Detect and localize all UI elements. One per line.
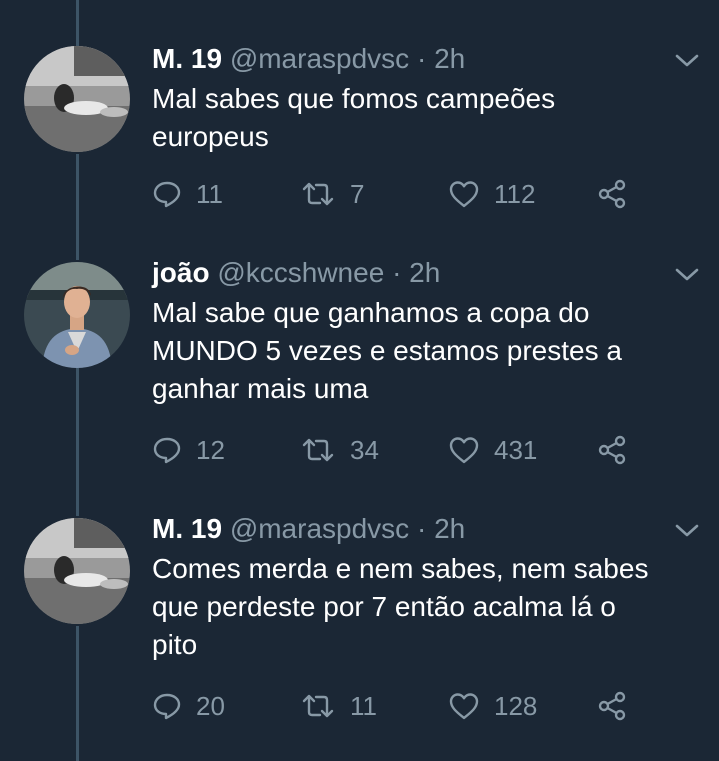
like-button[interactable]: 128 (448, 686, 537, 726)
display-name[interactable]: M. 19 (152, 43, 222, 74)
tweet-text-line: MUNDO 5 vezes e estamos prestes a (152, 335, 622, 366)
chevron-down-icon[interactable] (674, 266, 700, 284)
tweet[interactable]: M. 19 @maraspdvsc · 2h Comes merda e nem… (0, 512, 719, 732)
separator: · (392, 257, 402, 288)
display-name[interactable]: joão (152, 257, 210, 288)
tweet-actions: 11 7 112 (152, 174, 652, 214)
like-button[interactable]: 112 (448, 174, 535, 214)
share-button[interactable] (596, 174, 628, 214)
tweet-text: Mal sabe que ganhamos a copa do MUNDO 5 … (152, 294, 692, 408)
tweet[interactable]: joão @kccshwnee · 2h Mal sabe que ganham… (0, 256, 719, 476)
timestamp[interactable]: 2h (409, 257, 440, 288)
tweet-text-line: pito (152, 629, 198, 660)
user-handle[interactable]: @maraspdvsc (230, 513, 409, 544)
like-count: 128 (494, 690, 538, 721)
reply-icon (152, 179, 182, 209)
reply-icon (152, 435, 182, 465)
reply-count: 20 (196, 690, 225, 721)
retweet-icon (300, 179, 336, 209)
heart-icon (448, 179, 480, 209)
share-icon (596, 434, 628, 466)
tweet-text-line: europeus (152, 121, 269, 152)
retweet-icon (300, 691, 336, 721)
thread-line (76, 0, 79, 46)
timestamp[interactable]: 2h (434, 43, 465, 74)
share-button[interactable] (596, 430, 628, 470)
like-count: 431 (494, 434, 538, 465)
like-button[interactable]: 431 (448, 430, 537, 470)
tweet-header: M. 19 @maraspdvsc · 2h (152, 512, 465, 546)
retweet-count: 11 (350, 690, 377, 721)
reply-count: 11 (196, 178, 223, 209)
heart-icon (448, 435, 480, 465)
tweet-actions: 12 34 431 (152, 430, 652, 470)
reply-button[interactable]: 20 (152, 686, 225, 726)
reply-icon (152, 691, 182, 721)
retweet-button[interactable]: 11 (300, 686, 377, 726)
retweet-count: 7 (350, 178, 365, 209)
avatar[interactable] (24, 518, 130, 624)
timestamp[interactable]: 2h (434, 513, 465, 544)
user-handle[interactable]: @kccshwnee (217, 257, 384, 288)
reply-button[interactable]: 11 (152, 174, 223, 214)
separator: · (416, 513, 427, 544)
tweet[interactable]: M. 19 @maraspdvsc · 2h Mal sabes que fom… (0, 42, 719, 222)
tweet-text-line: Comes merda e nem sabes, nem sabes (152, 553, 649, 584)
retweet-button[interactable]: 7 (300, 174, 364, 214)
tweet-text: Comes merda e nem sabes, nem sabes que p… (152, 550, 692, 664)
display-name[interactable]: M. 19 (152, 513, 222, 544)
avatar[interactable] (24, 46, 130, 152)
user-handle[interactable]: @maraspdvsc (230, 43, 409, 74)
avatar[interactable] (24, 262, 130, 368)
tweet-header: joão @kccshwnee · 2h (152, 256, 440, 290)
tweet-text-line: Mal sabes que fomos campeões (152, 83, 556, 114)
share-icon (596, 690, 628, 722)
tweet-actions: 20 11 128 (152, 686, 652, 726)
retweet-icon (300, 435, 336, 465)
like-count: 112 (494, 178, 536, 209)
separator: · (416, 43, 427, 74)
retweet-button[interactable]: 34 (300, 430, 379, 470)
tweet-text-line: ganhar mais uma (152, 373, 369, 404)
heart-icon (448, 691, 480, 721)
share-icon (596, 178, 628, 210)
tweet-text-line: que perdeste por 7 então acalma lá o (152, 591, 616, 622)
reply-count: 12 (196, 434, 225, 465)
tweet-header: M. 19 @maraspdvsc · 2h (152, 42, 465, 76)
chevron-down-icon[interactable] (674, 52, 700, 70)
share-button[interactable] (596, 686, 628, 726)
tweet-text-line: Mal sabe que ganhamos a copa do (152, 297, 590, 328)
retweet-count: 34 (350, 434, 379, 465)
chevron-down-icon[interactable] (674, 522, 700, 540)
tweet-text: Mal sabes que fomos campeões europeus (152, 80, 692, 156)
reply-button[interactable]: 12 (152, 430, 225, 470)
